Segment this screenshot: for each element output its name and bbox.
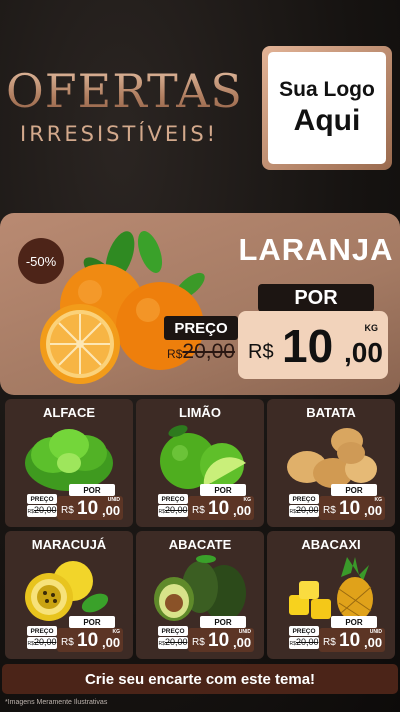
featured-price-integer: 10 — [282, 320, 334, 372]
price-decimal: ,00 — [233, 503, 252, 518]
por-label: POR — [331, 616, 377, 628]
por-label: POR — [200, 484, 246, 496]
old-price: R$ 20,00 — [289, 637, 319, 649]
por-label: POR — [69, 616, 115, 628]
new-price: R$ 10 ,00 KG — [57, 628, 123, 652]
featured-price-unit: KG — [364, 323, 379, 333]
price-unit: UNID — [238, 629, 251, 635]
price-integer: 10 — [77, 498, 99, 519]
old-price: R$ 20,00 — [158, 505, 188, 517]
featured-old-price: R$ 20,00 — [164, 340, 238, 372]
old-amount: 20,00 — [33, 637, 57, 647]
old-price: R$ 20,00 — [158, 637, 188, 649]
product-name: ALFACE — [43, 405, 95, 420]
price-unit: UNID — [369, 629, 382, 635]
product-name: MARACUJÁ — [31, 537, 107, 552]
preco-label: PREÇO — [158, 494, 188, 504]
product-card-limao[interactable]: LIMÃO POR PREÇO R$ 20,00 R$ 10 ,00 KG — [136, 399, 264, 527]
featured-por-label: POR — [258, 284, 374, 312]
currency: R$ — [192, 505, 205, 516]
new-price: R$ 10 ,00 UNID — [57, 496, 123, 520]
por-label: POR — [331, 484, 377, 496]
logo-placeholder[interactable]: Sua Logo Aqui — [262, 46, 392, 170]
old-amount: 20,00 — [164, 637, 188, 647]
por-label: POR — [69, 484, 115, 496]
old-price: R$ 20,00 — [289, 505, 319, 517]
product-name: ABACATE — [168, 537, 232, 552]
product-card-abacate[interactable]: ABACATE POR PREÇO R$ 20,00 R$ 10 ,00 UNID — [136, 531, 264, 659]
featured-old-amount: 20,00 — [182, 340, 235, 363]
product-name: LIMÃO — [179, 405, 221, 420]
preco-label: PREÇO — [27, 626, 57, 636]
new-price: R$ 10 ,00 UNID — [188, 628, 254, 652]
offers-title: OFERTAS — [6, 64, 256, 118]
passion-fruit-icon — [25, 561, 109, 621]
create-flyer-button[interactable]: Crie seu encarte com este tema! — [2, 664, 398, 694]
preco-label: PREÇO — [289, 494, 319, 504]
currency: R$ — [192, 637, 205, 648]
product-card-batata[interactable]: BATATA POR PREÇO R$ 20,00 R$ 10 ,00 KG — [267, 399, 395, 527]
price-decimal: ,00 — [364, 635, 383, 650]
featured-new-price: R$ 10 ,00 KG — [238, 311, 388, 379]
lettuce-icon — [25, 429, 113, 491]
featured-old-currency: R$ — [167, 347, 183, 361]
product-card-abacaxi[interactable]: ABACAXI POR PREÇO R$ 20,00 R$ 10 ,00 UNID — [267, 531, 395, 659]
new-price: R$ 10 ,00 UNID — [319, 628, 385, 652]
old-price: R$ 20,00 — [27, 637, 57, 649]
price-integer: 10 — [77, 630, 99, 651]
product-name: BATATA — [306, 405, 356, 420]
featured-preco-label: PREÇO — [164, 316, 238, 340]
price-unit: KG — [112, 629, 121, 635]
offers-subtitle: IRRESISTÍVEIS! — [20, 122, 219, 146]
currency: R$ — [323, 505, 336, 516]
logo-inner: Sua Logo Aqui — [268, 52, 386, 164]
pineapple-icon — [289, 557, 373, 622]
product-card-maracuja[interactable]: MARACUJÁ POR PREÇO R$ 20,00 R$ 10 ,00 KG — [5, 531, 133, 659]
price-decimal: ,00 — [364, 503, 383, 518]
price-unit: UNID — [107, 497, 120, 503]
potato-icon — [287, 428, 377, 488]
avocado-icon — [154, 555, 246, 621]
featured-price-decimal: ,00 — [344, 337, 383, 368]
lime-icon — [160, 425, 246, 489]
discount-badge: -50% — [18, 238, 64, 284]
featured-product-name: LARANJA — [238, 232, 394, 267]
product-card-alface[interactable]: ALFACE POR PREÇO R$ 20,00 R$ 10 ,00 UNID — [5, 399, 133, 527]
price-integer: 10 — [339, 498, 361, 519]
price-unit: KG — [243, 497, 252, 503]
price-decimal: ,00 — [233, 635, 252, 650]
product-name: ABACAXI — [301, 537, 361, 552]
preco-label: PREÇO — [158, 626, 188, 636]
preco-label: PREÇO — [289, 626, 319, 636]
old-amount: 20,00 — [295, 505, 319, 515]
new-price: R$ 10 ,00 KG — [188, 496, 254, 520]
price-integer: 10 — [208, 498, 230, 519]
old-amount: 20,00 — [295, 637, 319, 647]
currency: R$ — [323, 637, 336, 648]
preco-label: PREÇO — [27, 494, 57, 504]
disclaimer-text: *Imagens Meramente Ilustrativas — [5, 699, 108, 706]
currency: R$ — [61, 637, 74, 648]
logo-line-1: Sua Logo — [279, 78, 375, 101]
old-amount: 20,00 — [164, 505, 188, 515]
old-amount: 20,00 — [33, 505, 57, 515]
featured-currency: R$ — [248, 341, 274, 363]
currency: R$ — [61, 505, 74, 516]
price-integer: 10 — [208, 630, 230, 651]
old-price: R$ 20,00 — [27, 505, 57, 517]
logo-line-2: Aqui — [293, 104, 361, 137]
price-unit: KG — [374, 497, 383, 503]
price-decimal: ,00 — [102, 635, 121, 650]
price-integer: 10 — [339, 630, 361, 651]
new-price: R$ 10 ,00 KG — [319, 496, 385, 520]
price-decimal: ,00 — [102, 503, 121, 518]
por-label: POR — [200, 616, 246, 628]
